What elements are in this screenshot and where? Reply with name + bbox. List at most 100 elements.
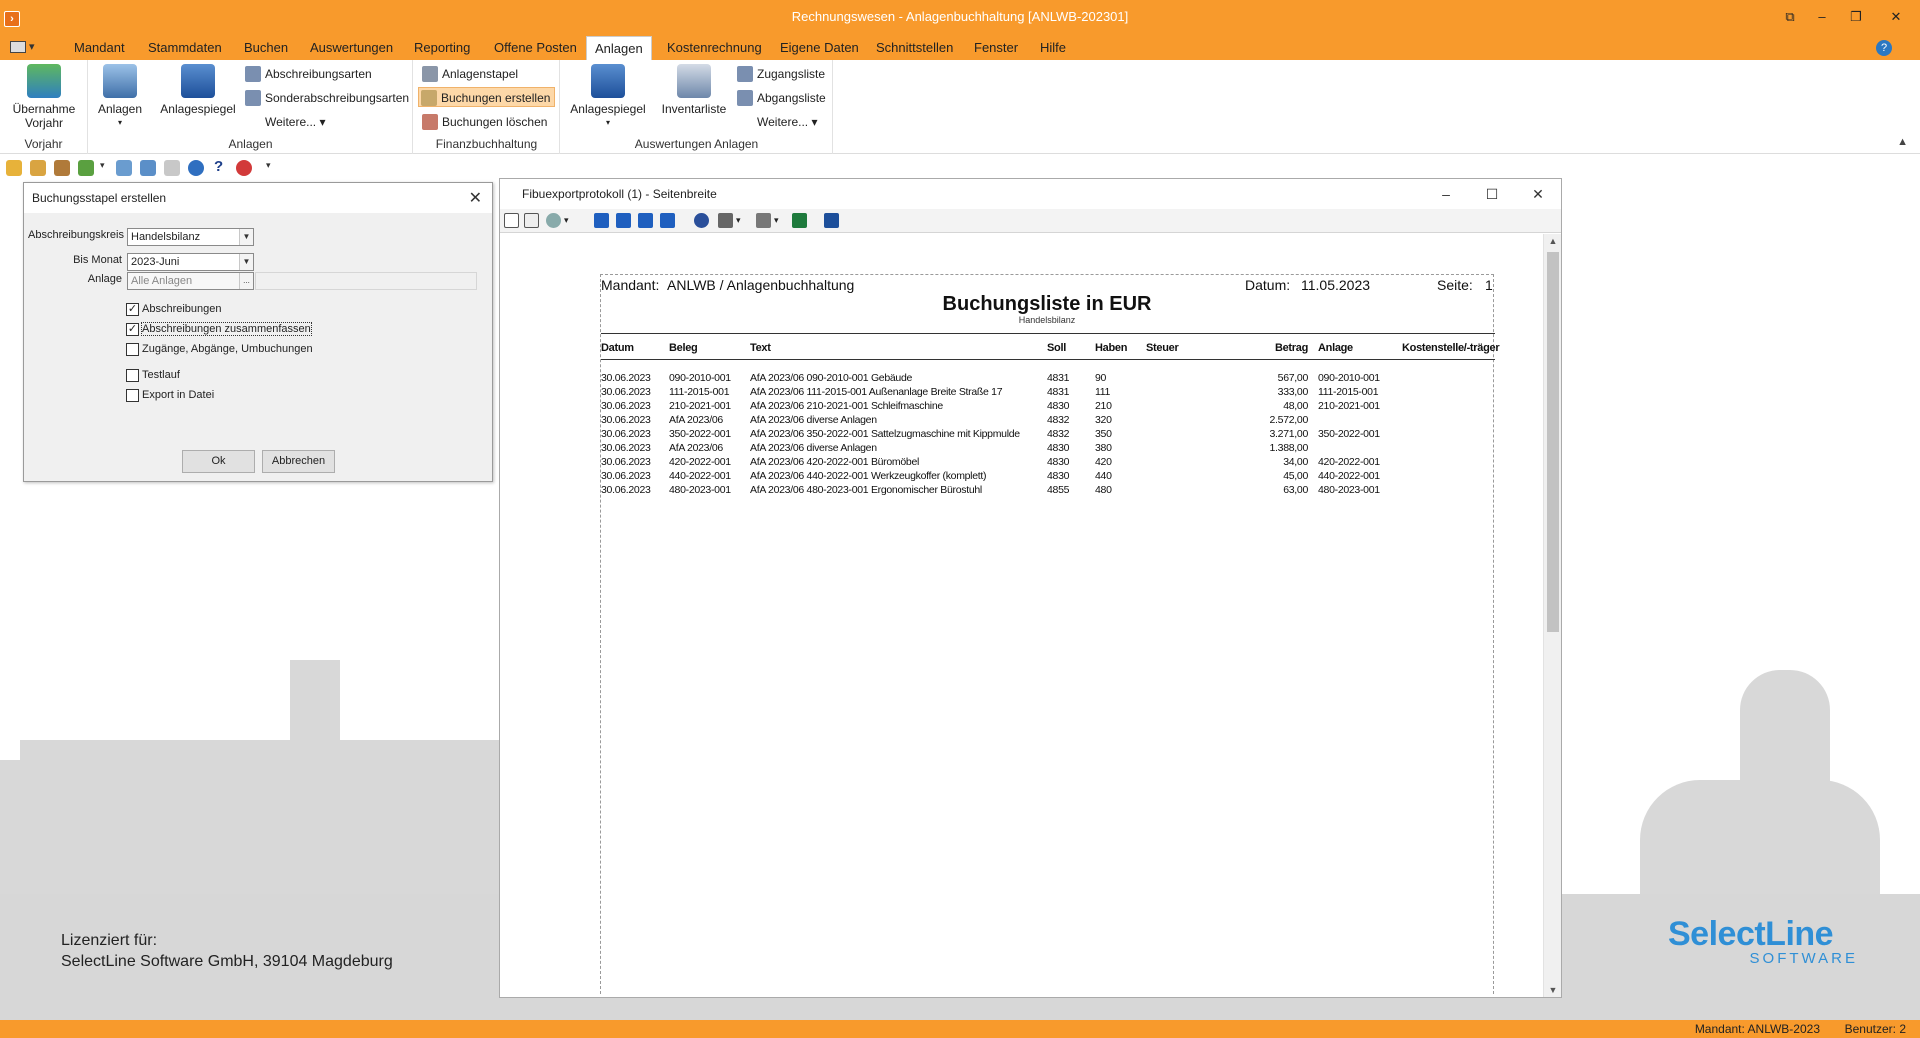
abschreibungen-checkbox[interactable]: ✓ Abschreibungen	[126, 303, 222, 317]
question-icon[interactable]: ?	[214, 158, 223, 175]
print-icon[interactable]	[756, 213, 771, 228]
sonderabschreibungsarten-button[interactable]: Sonderabschreibungsarten	[243, 88, 413, 108]
chevron-down-icon[interactable]: ▼	[239, 229, 253, 245]
weitere-auswertungen-label: Weitere...	[757, 115, 809, 129]
sonderabschreibungsarten-label: Sonderabschreibungsarten	[265, 91, 410, 105]
anlagen-button[interactable]: Anlagen ▾	[95, 64, 145, 130]
search-icon[interactable]	[694, 213, 709, 228]
menu-eigene-daten[interactable]: Eigene Daten	[772, 36, 867, 60]
dialog-close-icon[interactable]: ✕	[469, 188, 482, 208]
anlage-field[interactable]: Alle Anlagen ...	[127, 272, 254, 290]
weitere-auswertungen-button[interactable]: Weitere... ▾	[735, 112, 822, 132]
menu-buchen[interactable]: Buchen	[236, 36, 296, 60]
background-building-shape	[20, 740, 500, 900]
minimize-button[interactable]: –	[1808, 6, 1836, 28]
menu-fenster[interactable]: Fenster	[966, 36, 1026, 60]
abschreibungen-zusammenfassen-checkbox[interactable]: ✓ Abschreibungen zusammenfassen	[126, 322, 312, 337]
menu-hilfe[interactable]: Hilfe	[1032, 36, 1074, 60]
abgangsliste-button[interactable]: Abgangsliste	[735, 88, 830, 108]
chevron-down-icon[interactable]: ▾	[564, 215, 569, 226]
testlauf-checkbox[interactable]: Testlauf	[126, 369, 180, 383]
save-icon[interactable]	[824, 213, 839, 228]
calculator-icon[interactable]	[54, 160, 70, 176]
page-view-icon[interactable]	[504, 213, 519, 228]
header-rule-bottom	[601, 359, 1495, 360]
cell-text: AfA 2023/06 210-2021-001 Schleifmaschine	[750, 400, 943, 412]
buchungen-loeschen-button[interactable]: Buchungen löschen	[420, 112, 551, 132]
help-icon[interactable]: ?	[1876, 40, 1892, 56]
menu-mandant[interactable]: Mandant	[66, 36, 133, 60]
report-window-title: Fibuexportprotokoll (1) - Seitenbreite	[500, 179, 1561, 209]
chevron-down-icon[interactable]: ▼	[239, 254, 253, 270]
abschreibungskreis-select[interactable]: Handelsbilanz ▼	[127, 228, 254, 246]
anlagespiegel-report-button[interactable]: Anlagespiegel ▾	[569, 64, 647, 130]
ribbon: Übernahme Vorjahr Vorjahr Anlagen ▾ Anla…	[0, 60, 1920, 154]
cell-beleg: 480-2023-001	[669, 484, 731, 496]
scroll-down-icon[interactable]: ▼	[1544, 985, 1562, 995]
menu-schnittstellen[interactable]: Schnittstellen	[868, 36, 961, 60]
maximize-button[interactable]: ❐	[1836, 6, 1876, 28]
chevron-down-icon[interactable]: ▾	[736, 215, 741, 226]
next-page-icon[interactable]	[638, 213, 653, 228]
lightbulb-icon[interactable]	[6, 160, 22, 176]
report-minimize-button[interactable]: –	[1423, 179, 1469, 209]
ellipsis-browse-icon[interactable]: ...	[239, 273, 253, 289]
buchungen-loeschen-icon	[422, 114, 438, 130]
chevron-down-icon[interactable]: ▾	[100, 160, 105, 171]
menu-auswertungen[interactable]: Auswertungen	[302, 36, 401, 60]
close-button[interactable]: ✕	[1876, 6, 1916, 28]
quick-access-menu[interactable]: ▾	[10, 39, 44, 56]
abschreibungsarten-button[interactable]: Abschreibungsarten	[243, 64, 376, 84]
scroll-up-icon[interactable]: ▲	[1544, 236, 1562, 246]
report-vertical-scrollbar[interactable]: ▲ ▼	[1543, 234, 1561, 997]
open-folder-icon[interactable]	[30, 160, 46, 176]
export-options-icon[interactable]	[718, 213, 733, 228]
cell-betrag: 1.388,00	[1269, 442, 1309, 454]
restore-layout-icon[interactable]: ⧉	[1770, 6, 1810, 28]
anlagespiegel-button[interactable]: Anlagespiegel	[157, 64, 239, 116]
background-wall-shape	[0, 760, 40, 900]
network-icon[interactable]	[164, 160, 180, 176]
first-page-icon[interactable]	[594, 213, 609, 228]
zugangsliste-button[interactable]: Zugangsliste	[735, 64, 829, 84]
anlagespiegel-report-label: Anlagespiegel	[570, 102, 646, 116]
buchungen-erstellen-icon	[421, 90, 437, 106]
import-icon[interactable]	[78, 160, 94, 176]
zugaenge-abgaenge-checkbox[interactable]: Zugänge, Abgänge, Umbuchungen	[126, 343, 313, 357]
two-page-view-icon[interactable]	[524, 213, 539, 228]
menu-anlagen[interactable]: Anlagen	[586, 36, 652, 60]
scroll-thumb[interactable]	[1547, 252, 1559, 632]
tray-icon[interactable]	[140, 160, 156, 176]
last-page-icon[interactable]	[660, 213, 675, 228]
menu-kostenrechnung[interactable]: Kostenrechnung	[659, 36, 770, 60]
buchungen-erstellen-button[interactable]: Buchungen erstellen	[418, 87, 556, 107]
customize-toolbar-icon[interactable]: ▾	[266, 160, 271, 171]
report-maximize-button[interactable]: ☐	[1469, 179, 1515, 209]
collapse-ribbon-icon[interactable]: ▲	[1897, 136, 1908, 148]
uebernahme-vorjahr-button[interactable]: Übernahme Vorjahr	[8, 64, 80, 130]
export-in-datei-checkbox[interactable]: Export in Datei	[126, 389, 214, 403]
cancel-button[interactable]: Abbrechen	[262, 450, 335, 473]
zoom-icon[interactable]	[546, 213, 561, 228]
ok-button[interactable]: Ok	[182, 450, 255, 473]
abgangsliste-label: Abgangsliste	[757, 91, 826, 105]
excel-export-icon[interactable]	[792, 213, 807, 228]
globe-icon[interactable]	[188, 160, 204, 176]
application-window: › Rechnungswesen - Anlagenbuchhaltung [A…	[0, 0, 1920, 1038]
background-tower-shape	[290, 660, 340, 750]
report-close-button[interactable]: ✕	[1515, 179, 1561, 209]
menu-stammdaten[interactable]: Stammdaten	[140, 36, 230, 60]
previous-page-icon[interactable]	[616, 213, 631, 228]
bis-monat-select[interactable]: 2023-Juni ▼	[127, 253, 254, 271]
anlagenstapel-button[interactable]: Anlagenstapel	[420, 64, 522, 84]
anlage-description-field	[255, 272, 477, 290]
stop-icon[interactable]	[236, 160, 252, 176]
menu-offene-posten[interactable]: Offene Posten	[486, 36, 585, 60]
inventarliste-button[interactable]: Inventarliste	[657, 64, 731, 116]
chevron-down-icon[interactable]: ▾	[774, 215, 779, 226]
folder-icon	[103, 64, 137, 98]
menu-reporting[interactable]: Reporting	[406, 36, 478, 60]
mail-icon[interactable]	[116, 160, 132, 176]
weitere-anlagen-button[interactable]: Weitere... ▾	[243, 112, 330, 132]
cell-anlage: 111-2015-001	[1318, 386, 1379, 398]
